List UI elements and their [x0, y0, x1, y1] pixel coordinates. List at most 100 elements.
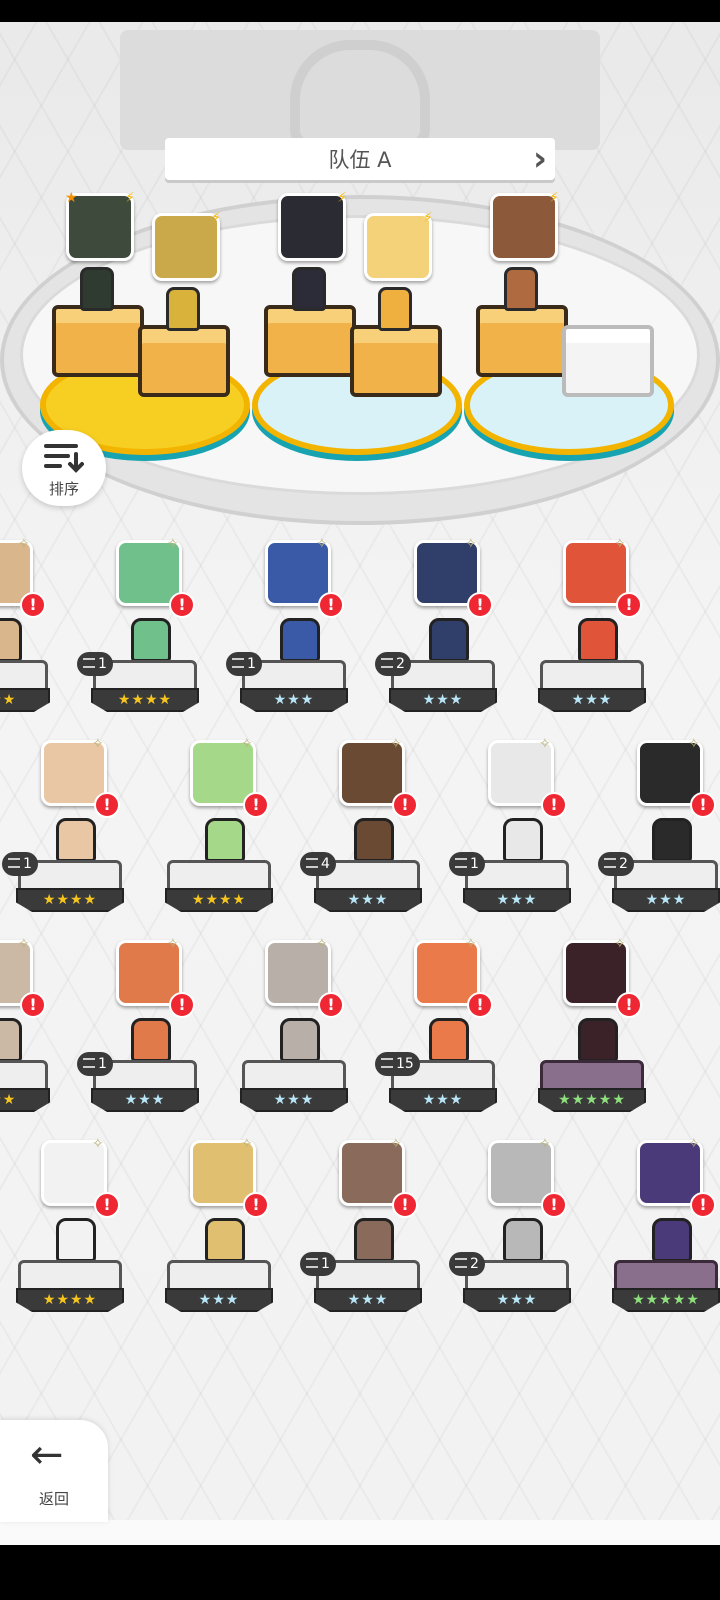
character-sprite[interactable]: [56, 1218, 96, 1262]
character-card[interactable]: ✧! ★★★★★: [538, 936, 670, 1130]
status-bar: [0, 0, 720, 22]
empty-team-block[interactable]: [562, 325, 654, 397]
team-member-portrait[interactable]: ⚡: [364, 210, 433, 281]
team-character-sprite[interactable]: [80, 267, 114, 311]
team-block[interactable]: [52, 305, 144, 377]
sparkle-icon: ✧: [465, 936, 477, 952]
character-sprite[interactable]: [280, 1018, 320, 1062]
stack-icon: [455, 1258, 467, 1268]
stack-icon: [83, 1058, 95, 1068]
team-member-portrait[interactable]: ⚡: [490, 190, 559, 261]
duplicate-count: 4: [321, 856, 330, 872]
team-character-sprite[interactable]: [504, 267, 538, 311]
star-rating: ★★★★★: [538, 1088, 646, 1112]
sparkle-icon: ✧: [167, 536, 179, 552]
character-card[interactable]: ✧! ★★★ 1: [300, 1136, 446, 1330]
duplicate-count-badge: 1: [77, 1052, 113, 1076]
character-sprite[interactable]: [578, 618, 618, 662]
alert-badge: !: [318, 592, 344, 618]
character-card[interactable]: ✧! ★★★: [0, 536, 74, 730]
lightning-icon: ⚡: [125, 190, 135, 206]
character-sprite[interactable]: [131, 1018, 171, 1062]
lightning-icon: ⚡: [549, 190, 559, 206]
alert-badge: !: [467, 992, 493, 1018]
character-sprite[interactable]: [280, 618, 320, 662]
character-card[interactable]: ✧! ★★★★★: [612, 1136, 720, 1330]
character-sprite[interactable]: [205, 818, 245, 862]
character-card[interactable]: ✧! ★★★: [165, 1136, 297, 1330]
character-card[interactable]: ✧! ★★★★ 1: [77, 536, 223, 730]
character-card[interactable]: ✧! ★★★: [538, 536, 670, 730]
star-rating: ★★★: [240, 688, 348, 712]
star-rating: ★★★: [389, 688, 497, 712]
alert-badge: !: [690, 1192, 716, 1218]
character-card[interactable]: ✧! ★★★: [240, 936, 372, 1130]
character-sprite[interactable]: [0, 1018, 22, 1062]
star-rating: ★★★★★: [612, 1288, 720, 1312]
sparkle-icon: ✧: [241, 736, 253, 752]
character-card[interactable]: ✧! ★★★ 2: [375, 536, 521, 730]
character-sprite[interactable]: [652, 818, 692, 862]
character-sprite[interactable]: [578, 1018, 618, 1062]
sparkle-icon: ✧: [316, 536, 328, 552]
back-button[interactable]: ← 返回: [0, 1420, 108, 1522]
duplicate-count-badge: 1: [226, 652, 262, 676]
team-character-sprite[interactable]: [166, 287, 200, 331]
character-card[interactable]: ✧! ★★★★: [165, 736, 297, 930]
character-sprite[interactable]: [429, 1018, 469, 1062]
character-sprite[interactable]: [652, 1218, 692, 1262]
alert-badge: !: [467, 592, 493, 618]
character-sprite[interactable]: [131, 618, 171, 662]
star-rating: ★★★: [463, 888, 571, 912]
duplicate-count: 1: [23, 856, 32, 872]
character-card[interactable]: ✧! ★★★: [0, 936, 74, 1130]
star-rating: ★★★★: [16, 1288, 124, 1312]
stack-icon: [232, 658, 244, 668]
character-sprite[interactable]: [503, 818, 543, 862]
sort-icon: [44, 444, 84, 473]
sort-button[interactable]: 排序: [22, 430, 106, 506]
character-card[interactable]: ✧! ★★★ 1: [449, 736, 595, 930]
duplicate-count-badge: 1: [300, 1252, 336, 1276]
character-sprite[interactable]: [354, 818, 394, 862]
sparkle-icon: ✧: [688, 736, 700, 752]
team-block[interactable]: [350, 325, 442, 397]
character-card[interactable]: ✧! ★★★ 15: [375, 936, 521, 1130]
game-screen: ‹ 队伍 A › ⚡★⚡⚡⚡⚡ 排序 ✧!★★★✧!★★★★1✧!★★★1✧!★…: [0, 0, 720, 1600]
character-sprite[interactable]: [354, 1218, 394, 1262]
character-card[interactable]: ✧! ★★★ 2: [598, 736, 720, 930]
character-sprite[interactable]: [205, 1218, 245, 1262]
team-character-sprite[interactable]: [378, 287, 412, 331]
alert-badge: !: [243, 1192, 269, 1218]
sparkle-icon: ✧: [92, 1136, 104, 1152]
team-member-portrait[interactable]: ⚡ ★: [65, 190, 135, 261]
team-block[interactable]: [476, 305, 568, 377]
character-card[interactable]: ✧! ★★★ 1: [77, 936, 223, 1130]
team-character-sprite[interactable]: [292, 267, 326, 311]
character-sprite[interactable]: [429, 618, 469, 662]
team-member-portrait[interactable]: ⚡: [152, 210, 221, 281]
duplicate-count: 1: [98, 1056, 107, 1072]
stack-icon: [83, 658, 95, 668]
duplicate-count: 1: [321, 1256, 330, 1272]
character-card[interactable]: ✧! ★★★ 2: [449, 1136, 595, 1330]
character-card[interactable]: ✧! ★★★ 4: [300, 736, 446, 930]
alert-badge: !: [20, 592, 46, 618]
alert-badge: !: [392, 1192, 418, 1218]
alert-badge: !: [169, 592, 195, 618]
character-sprite[interactable]: [503, 1218, 543, 1262]
character-card[interactable]: ✧! ★★★★: [16, 1136, 148, 1330]
team-block[interactable]: [264, 305, 356, 377]
sparkle-icon: ✧: [539, 736, 551, 752]
character-sprite[interactable]: [56, 818, 96, 862]
next-team-button[interactable]: ›: [530, 139, 550, 179]
team-member-portrait[interactable]: ⚡: [278, 190, 347, 261]
duplicate-count-badge: 1: [77, 652, 113, 676]
sparkle-icon: ✧: [614, 536, 626, 552]
arrow-left-icon: ←: [30, 1432, 64, 1478]
star-rating: ★★★★: [165, 888, 273, 912]
character-sprite[interactable]: [0, 618, 22, 662]
character-card[interactable]: ✧! ★★★ 1: [226, 536, 372, 730]
team-block[interactable]: [138, 325, 230, 397]
character-card[interactable]: ✧! ★★★★ 1: [2, 736, 148, 930]
